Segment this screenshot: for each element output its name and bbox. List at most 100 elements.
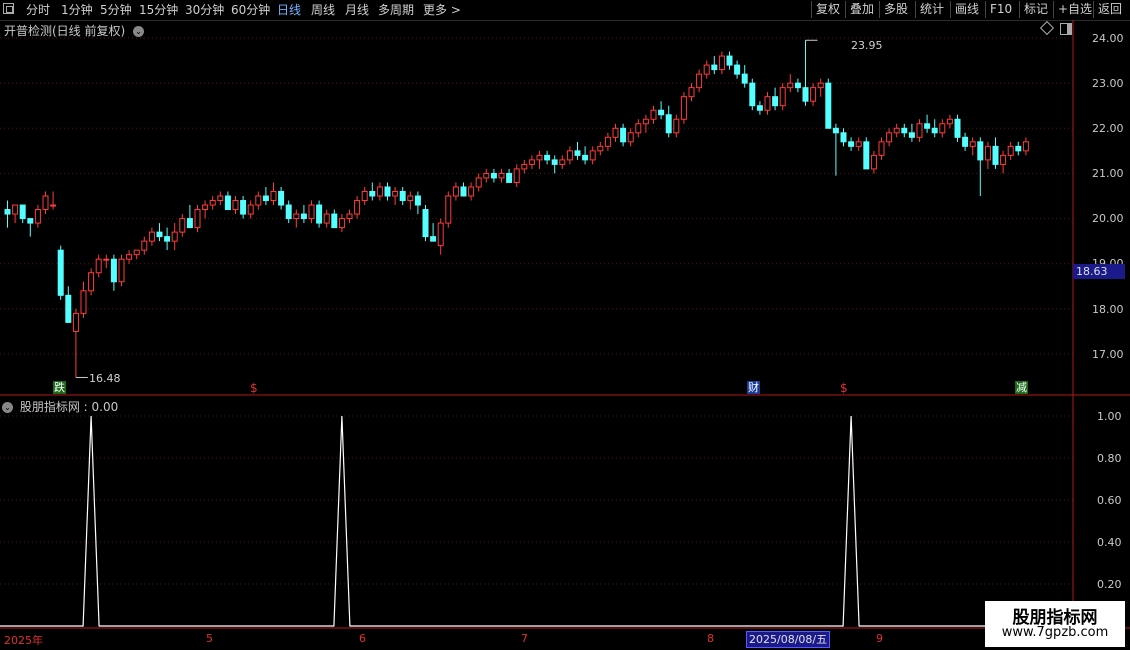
candle-down: [399, 190, 406, 202]
candle-down: [544, 154, 551, 161]
chevron-down-icon[interactable]: ⌄: [133, 26, 145, 37]
period-5min[interactable]: 5分钟: [100, 2, 132, 18]
candle-down: [316, 204, 323, 224]
candle-down: [840, 132, 847, 143]
candle-down: [962, 136, 969, 147]
period-monthly[interactable]: 月线: [345, 2, 369, 18]
ind-y-tick: 0.60: [1097, 494, 1122, 507]
candle-down: [741, 73, 748, 84]
event-marker-drop[interactable]: 跌: [53, 381, 66, 394]
diamond-icon[interactable]: [1039, 20, 1055, 36]
candle-up: [969, 141, 976, 147]
candle-up: [1000, 154, 1007, 165]
candle-down: [825, 82, 832, 129]
y-tick: 18.00: [1092, 303, 1124, 316]
candle-down: [924, 123, 931, 129]
candle-down: [574, 150, 581, 156]
candle-up: [1007, 145, 1014, 156]
candle-up: [361, 190, 368, 202]
panel-toggle-icon[interactable]: [1060, 23, 1072, 35]
candle-down: [1015, 145, 1022, 152]
candle-up: [308, 204, 315, 220]
candle-down: [749, 82, 756, 107]
candle-down: [19, 204, 26, 220]
period-weekly[interactable]: 周线: [311, 2, 335, 18]
candle-up: [50, 204, 57, 207]
period-1min[interactable]: 1分钟: [61, 2, 93, 18]
indicator-value: : 0.00: [83, 400, 119, 414]
candle-down: [726, 55, 733, 66]
candle-up: [779, 87, 786, 107]
window-icon[interactable]: [3, 3, 14, 14]
candle-down: [582, 154, 589, 161]
candle-up: [452, 186, 459, 197]
period-60min[interactable]: 60分钟: [231, 2, 270, 18]
candle-up: [392, 190, 399, 197]
period-15min[interactable]: 15分钟: [139, 2, 178, 18]
candle-up: [939, 123, 946, 134]
period-daily[interactable]: 日线: [277, 2, 301, 18]
candle-down: [908, 132, 915, 138]
stock-title: 开普检测(日线 前复权): [4, 24, 126, 38]
candle-up: [232, 200, 239, 211]
candle-up: [323, 213, 330, 224]
back-button[interactable]: 返回: [1093, 1, 1126, 18]
candle-up: [559, 159, 566, 165]
candle-up: [597, 145, 604, 152]
candle-down: [27, 218, 34, 224]
candle-up: [179, 218, 186, 233]
y-tick: 20.00: [1092, 212, 1124, 225]
candle-down: [186, 218, 193, 229]
candle-up: [680, 96, 687, 120]
period-30min[interactable]: 30分钟: [185, 2, 224, 18]
candle-down: [4, 209, 11, 215]
event-marker-finance[interactable]: 财: [747, 381, 760, 394]
candle-down: [931, 127, 938, 134]
mark-button[interactable]: 标记: [1019, 1, 1052, 18]
candle-up: [513, 168, 520, 183]
candle-up: [984, 145, 991, 161]
period-multi[interactable]: 多周期: [378, 2, 414, 18]
f10-button[interactable]: F10: [985, 1, 1016, 18]
y-tick: 22.00: [1092, 122, 1124, 135]
candle-up: [72, 312, 79, 332]
add-watchlist-button[interactable]: +自选: [1053, 1, 1096, 18]
multi-stock-button[interactable]: 多股: [879, 1, 912, 18]
adjust-button[interactable]: 复权: [811, 1, 844, 18]
candle-up: [34, 209, 41, 224]
ind-y-tick: 0.20: [1097, 578, 1122, 591]
x-tick: 6: [359, 632, 366, 645]
candle-down: [977, 141, 984, 161]
candle-up: [209, 200, 216, 206]
candle-down: [331, 213, 338, 229]
ind-y-tick: 1.00: [1097, 410, 1122, 423]
candle-up: [878, 141, 885, 156]
overlay-button[interactable]: 叠加: [845, 1, 878, 18]
candle-up: [141, 240, 148, 251]
y-tick: 17.00: [1092, 348, 1124, 361]
chevron-down-icon[interactable]: ⌄: [2, 402, 13, 413]
event-marker-dividend-2[interactable]: $: [840, 381, 848, 395]
event-marker-reduce[interactable]: 减: [1015, 381, 1028, 394]
candle-up: [855, 141, 862, 147]
draw-line-button[interactable]: 画线: [950, 1, 983, 18]
candle-down: [384, 186, 391, 197]
kline-chart: [0, 20, 1130, 629]
candle-down: [224, 195, 231, 211]
candle-up: [475, 177, 482, 188]
candle-up: [483, 172, 490, 179]
candle-up: [536, 154, 543, 161]
period-more[interactable]: 更多 >: [423, 2, 461, 18]
candle-up: [1022, 141, 1029, 152]
x-tick: 2025年: [4, 634, 43, 647]
candle-down: [278, 190, 285, 206]
event-marker-dividend[interactable]: $: [250, 381, 258, 395]
candle-down: [832, 127, 839, 134]
candle-up: [103, 258, 110, 261]
period-intraday[interactable]: 分时: [26, 2, 50, 18]
candle-up: [255, 195, 262, 206]
candle-up: [346, 213, 353, 220]
candle-down: [794, 82, 801, 89]
candle-up: [870, 154, 877, 170]
stats-button[interactable]: 统计: [915, 1, 948, 18]
